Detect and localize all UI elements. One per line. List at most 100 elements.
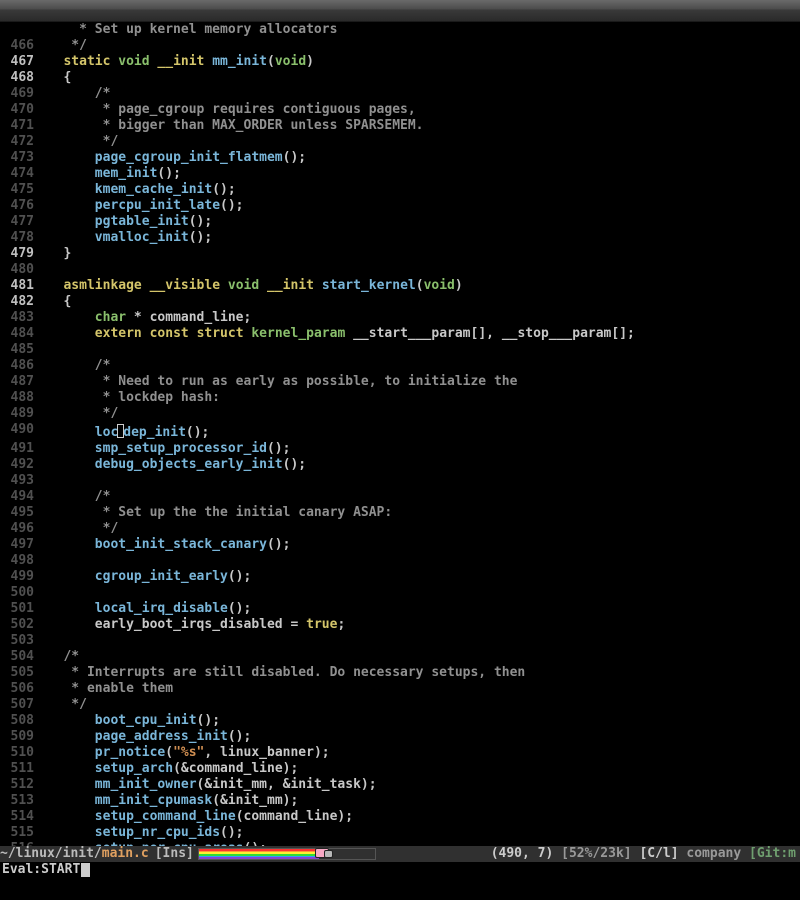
code-line[interactable]: 501 local_irq_disable(); [0, 601, 800, 617]
code-editor[interactable]: * Set up kernel memory allocators466 */4… [0, 22, 800, 878]
line-number: 475 [0, 182, 40, 198]
line-content: setup_arch(&command_line); [40, 761, 800, 777]
code-line[interactable]: 471 * bigger than MAX_ORDER unless SPARS… [0, 118, 800, 134]
line-number: 494 [0, 489, 40, 505]
code-line[interactable]: 493 [0, 473, 800, 489]
code-line[interactable]: 476 percpu_init_late(); [0, 198, 800, 214]
code-line[interactable]: 477 pgtable_init(); [0, 214, 800, 230]
line-content: locdep_init(); [40, 422, 800, 441]
line-number: 469 [0, 86, 40, 102]
line-content: boot_init_stack_canary(); [40, 537, 800, 553]
code-line[interactable]: 515 setup_nr_cpu_ids(); [0, 825, 800, 841]
code-line[interactable]: 488 * lockdep hash: [0, 390, 800, 406]
code-line[interactable]: 497 boot_init_stack_canary(); [0, 537, 800, 553]
line-content: setup_nr_cpu_ids(); [40, 825, 800, 841]
code-line[interactable]: 492 debug_objects_early_init(); [0, 457, 800, 473]
code-line[interactable]: 472 */ [0, 134, 800, 150]
code-line[interactable]: 467 static void __init mm_init(void) [0, 54, 800, 70]
code-line[interactable]: 482 { [0, 294, 800, 310]
code-line[interactable]: 473 page_cgroup_init_flatmem(); [0, 150, 800, 166]
line-content: percpu_init_late(); [40, 198, 800, 214]
line-number: 493 [0, 473, 40, 489]
code-line[interactable]: 507 */ [0, 697, 800, 713]
code-line[interactable]: 475 kmem_cache_init(); [0, 182, 800, 198]
line-number [0, 22, 40, 38]
line-content: /* [40, 489, 800, 505]
code-line[interactable]: 478 vmalloc_init(); [0, 230, 800, 246]
code-line[interactable]: 470 * page_cgroup requires contiguous pa… [0, 102, 800, 118]
code-line[interactable]: 499 cgroup_init_early(); [0, 569, 800, 585]
line-number: 487 [0, 374, 40, 390]
vc-status: [Git:m [749, 846, 796, 861]
code-line[interactable]: 469 /* [0, 86, 800, 102]
line-content: * Set up the the initial canary ASAP: [40, 505, 800, 521]
code-line[interactable]: 487 * Need to run as early as possible, … [0, 374, 800, 390]
line-number: 481 [0, 278, 40, 294]
code-line[interactable]: 511 setup_arch(&command_line); [0, 761, 800, 777]
code-line[interactable]: 483 char * command_line; [0, 310, 800, 326]
nyan-cat-icon [315, 846, 333, 862]
code-line[interactable]: 490 locdep_init(); [0, 422, 800, 441]
code-line[interactable]: 479 } [0, 246, 800, 262]
code-line[interactable]: 510 pr_notice("%s", linux_banner); [0, 745, 800, 761]
line-content: boot_cpu_init(); [40, 713, 800, 729]
line-content [40, 553, 800, 569]
code-line[interactable]: 502 early_boot_irqs_disabled = true; [0, 617, 800, 633]
code-line[interactable]: 504 /* [0, 649, 800, 665]
line-number: 511 [0, 761, 40, 777]
line-content: mm_init_cpumask(&init_mm); [40, 793, 800, 809]
line-number: 515 [0, 825, 40, 841]
code-line[interactable]: 508 boot_cpu_init(); [0, 713, 800, 729]
line-content: { [40, 70, 800, 86]
line-number: 488 [0, 390, 40, 406]
line-number: 509 [0, 729, 40, 745]
code-line[interactable]: 496 */ [0, 521, 800, 537]
code-line[interactable]: 466 */ [0, 38, 800, 54]
code-line[interactable]: 486 /* [0, 358, 800, 374]
code-line[interactable]: 509 page_address_init(); [0, 729, 800, 745]
window-titlebar [0, 0, 800, 22]
code-line[interactable]: 503 [0, 633, 800, 649]
line-number: 512 [0, 777, 40, 793]
code-line[interactable]: 500 [0, 585, 800, 601]
code-line[interactable]: 513 mm_init_cpumask(&init_mm); [0, 793, 800, 809]
code-line[interactable]: 512 mm_init_owner(&init_mm, &init_task); [0, 777, 800, 793]
line-number: 468 [0, 70, 40, 86]
line-number: 495 [0, 505, 40, 521]
line-number: 490 [0, 422, 40, 441]
line-number: 498 [0, 553, 40, 569]
code-line[interactable]: 494 /* [0, 489, 800, 505]
line-content: */ [40, 697, 800, 713]
major-mode: [C/l] [639, 846, 678, 861]
code-line[interactable]: 495 * Set up the the initial canary ASAP… [0, 505, 800, 521]
code-line[interactable]: * Set up kernel memory allocators [0, 22, 800, 38]
code-line[interactable]: 505 * Interrupts are still disabled. Do … [0, 665, 800, 681]
nyan-progress [198, 848, 376, 860]
minibuffer[interactable]: Eval: START [0, 862, 800, 878]
code-line[interactable]: 498 [0, 553, 800, 569]
code-line[interactable]: 485 [0, 342, 800, 358]
code-line[interactable]: 474 mem_init(); [0, 166, 800, 182]
line-number: 489 [0, 406, 40, 422]
line-number: 501 [0, 601, 40, 617]
code-line[interactable]: 514 setup_command_line(command_line); [0, 809, 800, 825]
line-content [40, 633, 800, 649]
line-number: 467 [0, 54, 40, 70]
line-content: * Interrupts are still disabled. Do nece… [40, 665, 800, 681]
code-line[interactable]: 480 [0, 262, 800, 278]
code-line[interactable]: 484 extern const struct kernel_param __s… [0, 326, 800, 342]
code-line[interactable]: 489 */ [0, 406, 800, 422]
code-line[interactable]: 491 smp_setup_processor_id(); [0, 441, 800, 457]
code-line[interactable]: 468 { [0, 70, 800, 86]
line-content [40, 473, 800, 489]
line-content: /* [40, 358, 800, 374]
line-number: 491 [0, 441, 40, 457]
buffer-filename: main.c [102, 846, 149, 862]
line-number: 507 [0, 697, 40, 713]
insert-state: [Ins] [155, 846, 194, 862]
code-line[interactable]: 506 * enable them [0, 681, 800, 697]
line-number: 479 [0, 246, 40, 262]
line-content: } [40, 246, 800, 262]
code-line[interactable]: 481 asmlinkage __visible void __init sta… [0, 278, 800, 294]
line-number: 502 [0, 617, 40, 633]
